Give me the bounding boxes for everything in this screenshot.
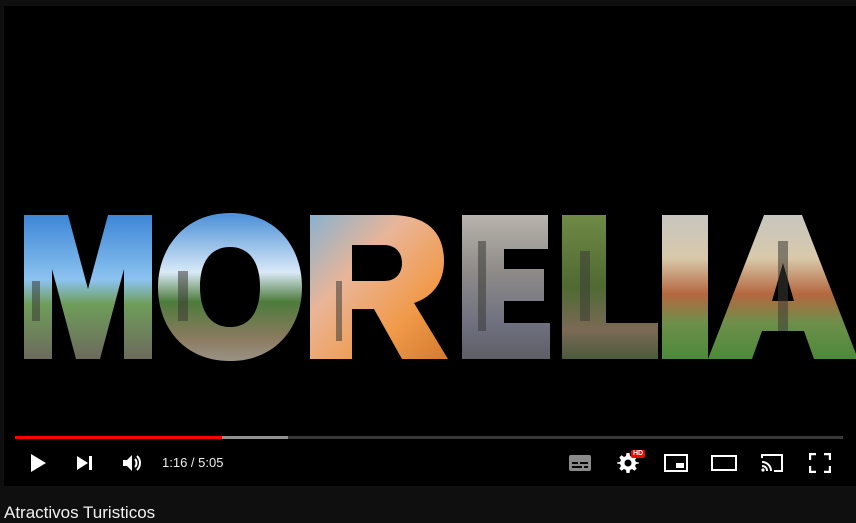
video-player[interactable]: 1:16 / 5:05 HD <box>4 6 856 486</box>
subtitles-icon <box>569 455 591 471</box>
next-button[interactable] <box>66 446 102 480</box>
fullscreen-icon <box>809 453 831 473</box>
miniplayer-button[interactable] <box>658 446 694 480</box>
hd-badge: HD <box>631 450 646 458</box>
letter-i <box>662 215 708 359</box>
video-heading: Atractivos Turisticos <box>4 503 156 522</box>
video-frame[interactable] <box>4 6 856 486</box>
theater-mode-button[interactable] <box>706 446 742 480</box>
morelia-title-art <box>24 213 856 361</box>
letter-l <box>562 215 658 359</box>
cast-button[interactable] <box>754 446 790 480</box>
time-display: 1:16 / 5:05 <box>162 455 224 470</box>
progress-played <box>15 436 222 439</box>
theater-mode-icon <box>711 455 737 471</box>
player-controls: 1:16 / 5:05 HD <box>4 446 856 480</box>
play-button[interactable] <box>20 446 56 480</box>
mute-button[interactable] <box>114 446 150 480</box>
next-icon <box>77 456 92 470</box>
letter-m <box>24 215 152 359</box>
volume-icon <box>123 455 141 471</box>
play-icon <box>31 454 46 472</box>
subtitles-button[interactable] <box>562 446 598 480</box>
settings-button[interactable]: HD <box>610 446 646 480</box>
fullscreen-button[interactable] <box>802 446 838 480</box>
miniplayer-icon <box>664 454 688 472</box>
letter-r <box>310 215 448 359</box>
watch-page: 1:16 / 5:05 HD Atractivos Turisticos <box>0 0 856 523</box>
cast-icon <box>761 454 783 472</box>
letter-e <box>462 215 550 359</box>
progress-bar[interactable] <box>15 436 843 439</box>
